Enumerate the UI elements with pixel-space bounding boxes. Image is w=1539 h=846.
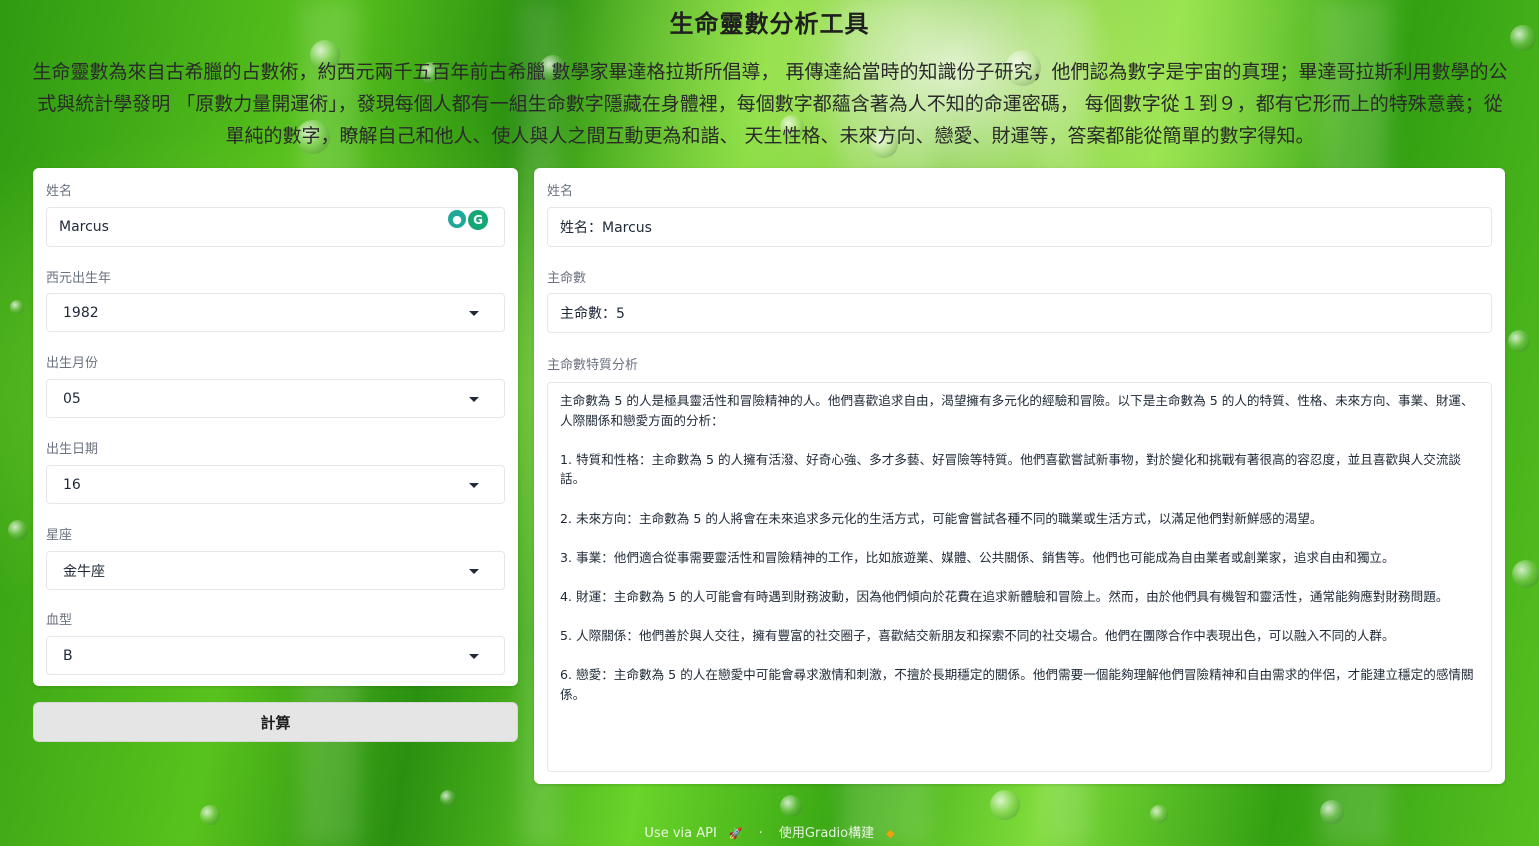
analysis-paragraph: 6. 戀愛：主命數為 5 的人在戀愛中可能會尋求激情和刺激，不擅於長期穩定的關係… xyxy=(560,667,1474,702)
grammarly-icon[interactable]: G xyxy=(468,210,488,230)
blood-select-value: B xyxy=(63,647,73,664)
output-name-label: 姓名 xyxy=(547,184,574,199)
chevron-down-icon xyxy=(469,310,479,316)
name-label: 姓名 xyxy=(46,184,73,199)
input-panel: 姓名 Marcus ● G 西元出生年 1982 出生月份 05 出生日期 16… xyxy=(33,168,518,686)
analysis-paragraph: 主命數為 5 的人是極具靈活性和冒險精神的人。他們喜歡追求自由，渴望擁有多元化的… xyxy=(560,393,1474,428)
output-name-field[interactable]: 姓名：Marcus xyxy=(547,207,1492,247)
output-name-value: 姓名：Marcus xyxy=(560,220,652,236)
chevron-down-icon xyxy=(469,653,479,659)
extension-icons: ● G xyxy=(448,210,488,230)
analysis-textarea[interactable]: 主命數為 5 的人是極具靈活性和冒險精神的人。他們喜歡追求自由，渴望擁有多元化的… xyxy=(547,382,1492,772)
output-panel: 姓名 姓名：Marcus 主命數 主命數：5 主命數特質分析 主命數為 5 的人… xyxy=(534,168,1505,784)
name-input[interactable]: Marcus ● G xyxy=(46,207,505,247)
main-number-field[interactable]: 主命數：5 xyxy=(547,293,1492,333)
bulb-extension-icon[interactable]: ● xyxy=(448,210,466,228)
chevron-down-icon xyxy=(469,396,479,402)
chevron-down-icon xyxy=(469,482,479,488)
analysis-paragraph: 2. 未來方向：主命數為 5 的人將會在未來追求多元化的生活方式，可能會嘗試各種… xyxy=(560,510,1323,526)
main-number-value: 主命數：5 xyxy=(560,306,625,322)
analysis-paragraph: 3. 事業：他們適合從事需要靈活性和冒險精神的工作，比如旅遊業、媒體、公共關係、… xyxy=(560,549,1395,565)
analysis-paragraph: 4. 財運：主命數為 5 的人可能會有時遇到財務波動，因為他們傾向於花費在追求新… xyxy=(560,588,1449,604)
day-label: 出生日期 xyxy=(46,442,99,457)
analysis-paragraph: 5. 人際關係：他們善於與人交往，擁有豐富的社交圈子，喜歡結交新朋友和探索不同的… xyxy=(560,628,1395,644)
month-select[interactable]: 05 xyxy=(46,379,505,418)
gradio-logo-icon: ◆ xyxy=(886,827,895,840)
analysis-paragraph: 1. 特質和性格：主命數為 5 的人擁有活潑、好奇心強、多才多藝、好冒險等特質。… xyxy=(560,451,1462,487)
rocket-icon: 🚀 xyxy=(728,827,743,840)
month-select-value: 05 xyxy=(63,390,81,407)
zodiac-label: 星座 xyxy=(46,528,73,543)
day-select[interactable]: 16 xyxy=(46,465,505,504)
year-select-value: 1982 xyxy=(63,304,99,321)
api-link[interactable]: Use via API xyxy=(644,826,716,841)
page-title: 生命靈數分析工具 xyxy=(669,10,870,38)
year-label: 西元出生年 xyxy=(46,271,112,286)
chevron-down-icon xyxy=(469,568,479,574)
year-select[interactable]: 1982 xyxy=(46,293,505,332)
blood-select[interactable]: B xyxy=(46,636,505,675)
intro-text: 生命靈數為來自古希臘的占數術，約西元兩千五百年前古希臘 數學家畢達格拉斯所倡導，… xyxy=(32,61,1508,147)
calculate-button[interactable]: 計算 xyxy=(33,702,518,742)
zodiac-select[interactable]: 金牛座 xyxy=(46,551,505,590)
built-with-gradio-link[interactable]: 使用Gradio構建 xyxy=(779,826,874,841)
main-number-label: 主命數 xyxy=(547,271,587,286)
blood-label: 血型 xyxy=(46,613,73,628)
day-select-value: 16 xyxy=(63,476,81,493)
footer-separator: · xyxy=(758,826,763,841)
month-label: 出生月份 xyxy=(46,356,99,371)
name-input-value: Marcus xyxy=(59,219,109,235)
zodiac-select-value: 金牛座 xyxy=(63,563,105,580)
footer: Use via API 🚀 · 使用Gradio構建 ◆ xyxy=(0,822,1539,841)
analysis-label: 主命數特質分析 xyxy=(547,358,639,373)
